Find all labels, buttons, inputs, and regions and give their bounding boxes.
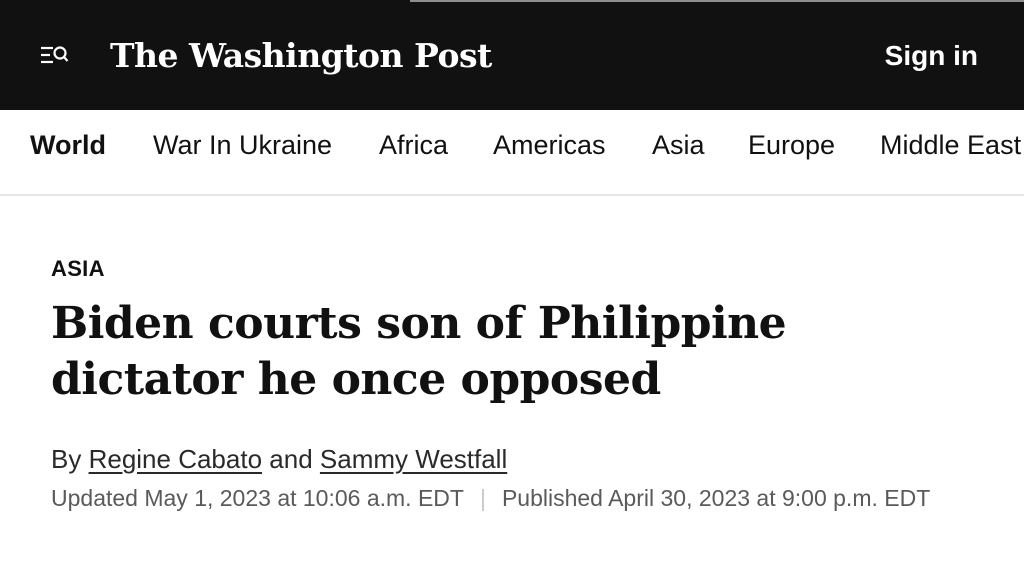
header-top-rule bbox=[410, 0, 1024, 2]
published-timestamp: Published April 30, 2023 at 9:00 p.m. ED… bbox=[501, 485, 931, 511]
sign-in-button[interactable]: Sign in bbox=[885, 36, 978, 76]
site-header: The Washington Post Sign in bbox=[0, 0, 1024, 110]
article-headline: Biden courts son of Philippine dictator … bbox=[51, 298, 787, 405]
dateline-separator: | bbox=[479, 485, 486, 511]
nav-item-europe[interactable]: Europe bbox=[748, 110, 835, 194]
author-link-regine-cabato[interactable]: Regine Cabato bbox=[89, 444, 262, 474]
menu-search-button[interactable] bbox=[36, 40, 72, 70]
updated-timestamp: Updated May 1, 2023 at 10:06 a.m. EDT bbox=[51, 485, 464, 511]
byline-prefix: By bbox=[51, 444, 82, 474]
nav-item-africa[interactable]: Africa bbox=[379, 110, 448, 194]
nav-item-world[interactable]: World bbox=[30, 110, 106, 194]
menu-search-icon bbox=[41, 46, 69, 64]
section-kicker[interactable]: ASIA bbox=[51, 254, 105, 284]
byline: By Regine Cabato and Sammy Westfall bbox=[51, 440, 507, 478]
section-nav: World War In Ukraine Africa Americas Asi… bbox=[0, 110, 1024, 196]
author-link-sammy-westfall[interactable]: Sammy Westfall bbox=[320, 444, 507, 474]
nav-item-americas[interactable]: Americas bbox=[493, 110, 606, 194]
nav-item-war-in-ukraine[interactable]: War In Ukraine bbox=[153, 110, 332, 194]
nav-item-middle-east[interactable]: Middle East bbox=[880, 110, 1021, 194]
byline-conjunction: and bbox=[269, 444, 313, 474]
article-dateline: Updated May 1, 2023 at 10:06 a.m. EDT | Pu… bbox=[51, 482, 951, 514]
nav-item-asia[interactable]: Asia bbox=[652, 110, 705, 194]
site-logo[interactable]: The Washington Post bbox=[110, 30, 492, 82]
